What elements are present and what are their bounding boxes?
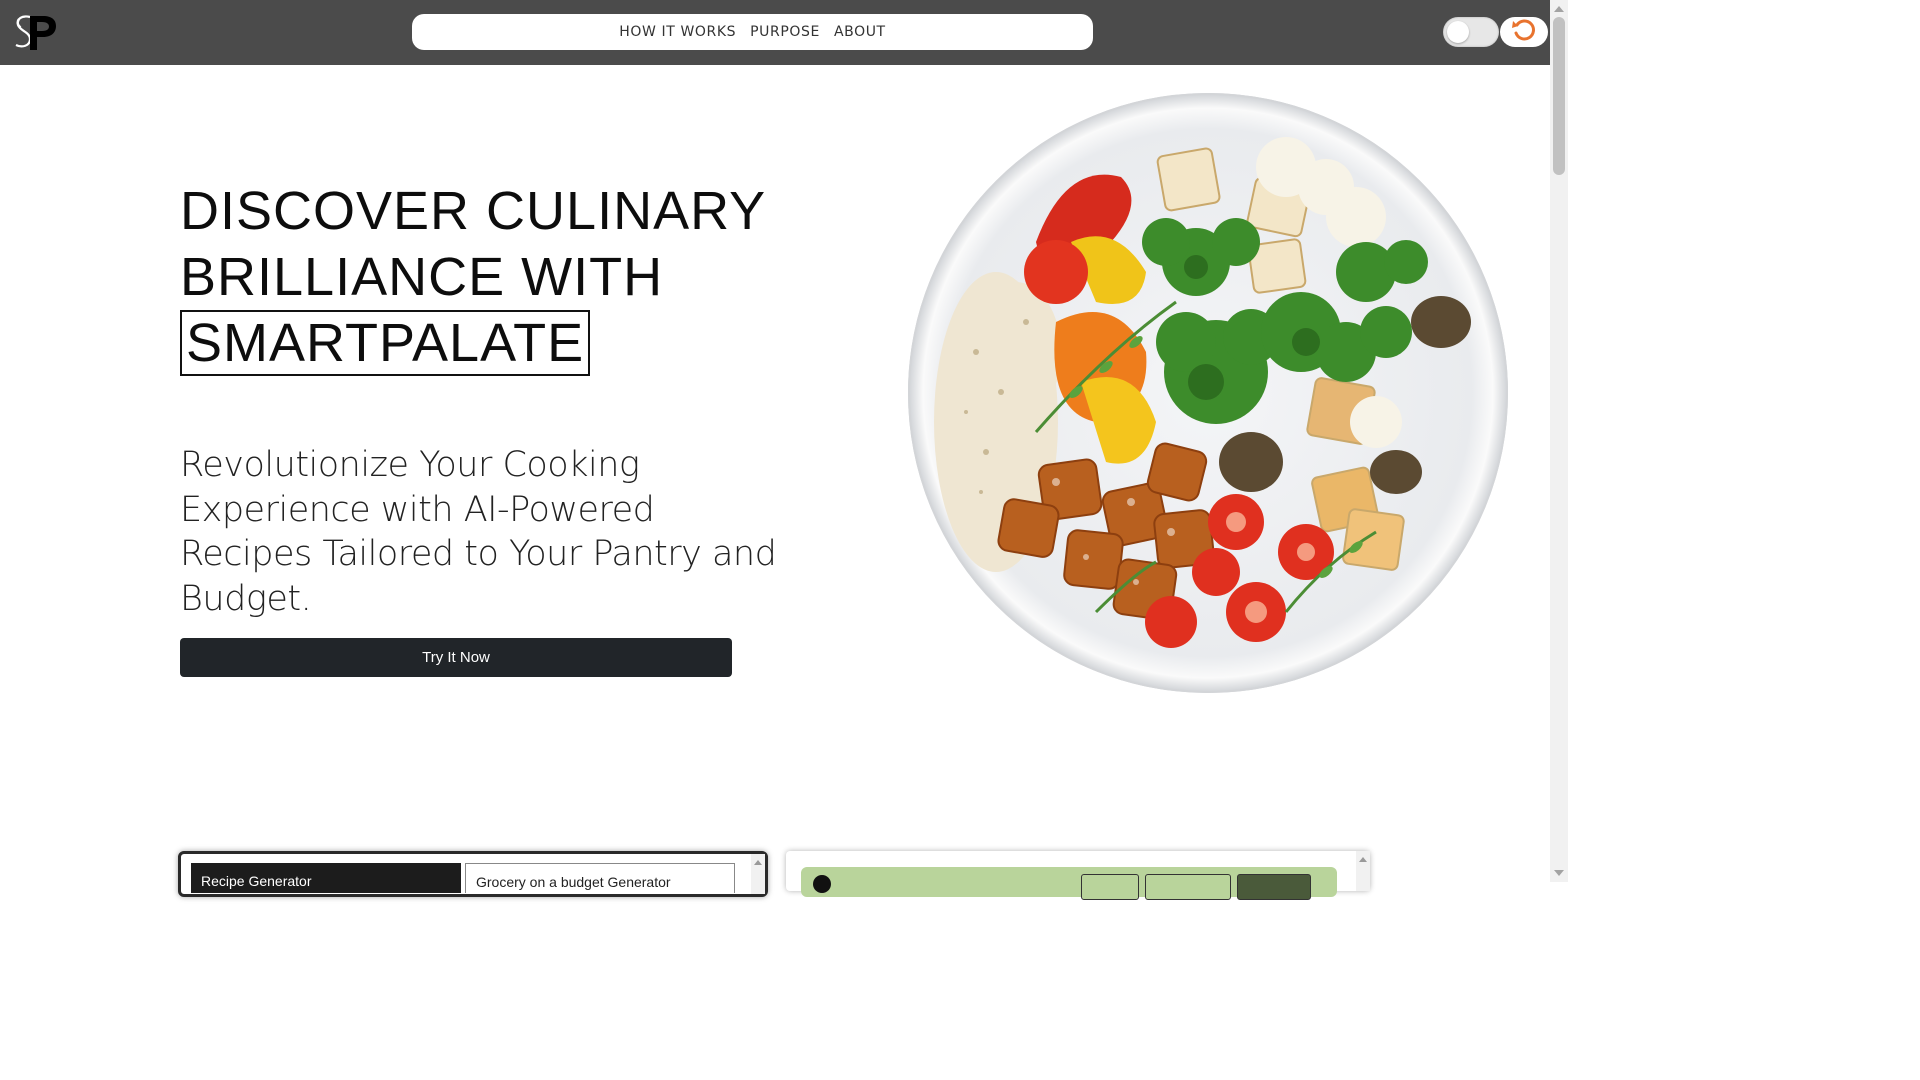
scroll-thumb[interactable] <box>1553 17 1565 175</box>
scroll-up-arrow-icon[interactable] <box>1554 6 1564 12</box>
main-nav: HOW IT WORKS PURPOSE ABOUT <box>412 14 1093 50</box>
nav-purpose[interactable]: PURPOSE <box>750 24 820 40</box>
hero-subtitle: Revolutionize Your Cooking Experience wi… <box>180 445 777 619</box>
toolbar-button-3[interactable] <box>1237 874 1311 900</box>
hero-title: DISCOVER CULINARY BRILLIANCE WITH SMARTP… <box>180 178 820 376</box>
hero-title-brand: SMARTPALATE <box>180 310 591 376</box>
refresh-icon <box>1510 16 1538 49</box>
hero-title-line2: BRILLIANCE WITH <box>180 247 664 307</box>
toolbar-icon <box>813 875 831 893</box>
card-scrollbar[interactable] <box>751 854 765 894</box>
preview-toolbar <box>801 867 1337 900</box>
nav-how-it-works[interactable]: HOW IT WORKS <box>619 24 736 40</box>
try-it-now-button[interactable]: Try It Now <box>180 638 732 677</box>
refresh-button[interactable] <box>1500 17 1548 47</box>
nav-about[interactable]: ABOUT <box>834 24 886 40</box>
top-navigation-bar: HOW IT WORKS PURPOSE ABOUT <box>0 0 1550 65</box>
toolbar-button-1[interactable] <box>1081 874 1139 900</box>
scroll-down-arrow-icon[interactable] <box>1554 870 1564 876</box>
food-plate-image <box>906 92 1510 694</box>
theme-toggle[interactable] <box>1443 17 1499 47</box>
smartpalate-logo[interactable] <box>12 12 58 52</box>
tab-recipe-generator[interactable]: Recipe Generator <box>191 863 461 893</box>
preview-card <box>786 851 1370 900</box>
tab-grocery-generator[interactable]: Grocery on a budget Generator <box>465 863 735 893</box>
toggle-knob <box>1447 21 1469 43</box>
hero-title-line1: DISCOVER CULINARY <box>180 181 767 241</box>
toolbar-button-2[interactable] <box>1145 874 1231 900</box>
card-scrollbar[interactable] <box>1356 851 1370 891</box>
page-scrollbar[interactable] <box>1550 0 1568 882</box>
recipe-tool-card: Recipe Generator Grocery on a budget Gen… <box>178 851 768 897</box>
